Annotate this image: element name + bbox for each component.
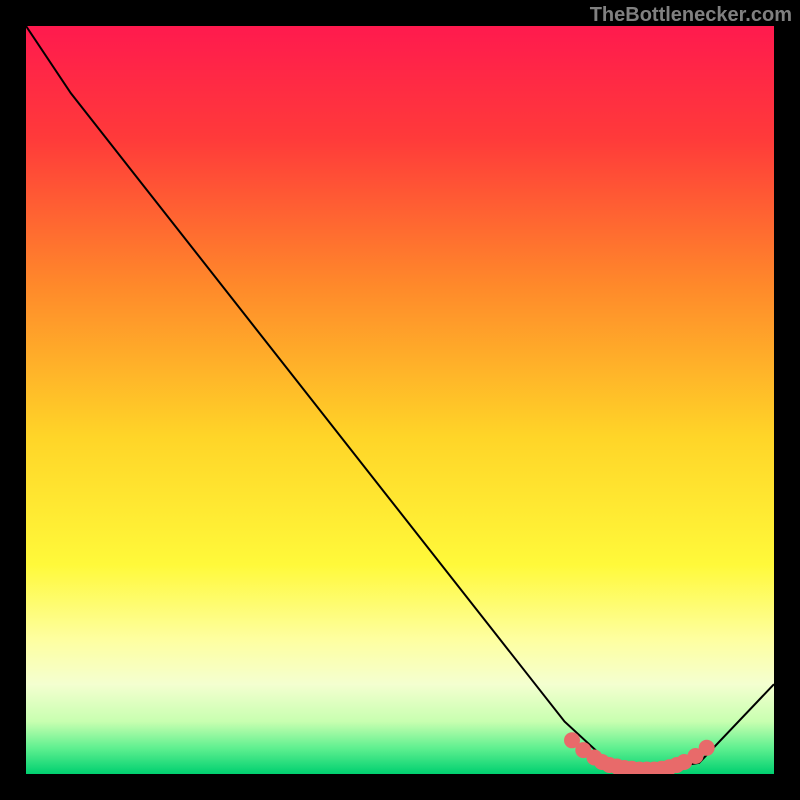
gradient-background [26, 26, 774, 774]
marker-point [699, 740, 715, 756]
watermark-text: TheBottlenecker.com [590, 4, 792, 27]
chart-container: TheBottlenecker.com [0, 0, 800, 800]
plot-area [26, 26, 774, 774]
chart-svg [26, 26, 774, 774]
